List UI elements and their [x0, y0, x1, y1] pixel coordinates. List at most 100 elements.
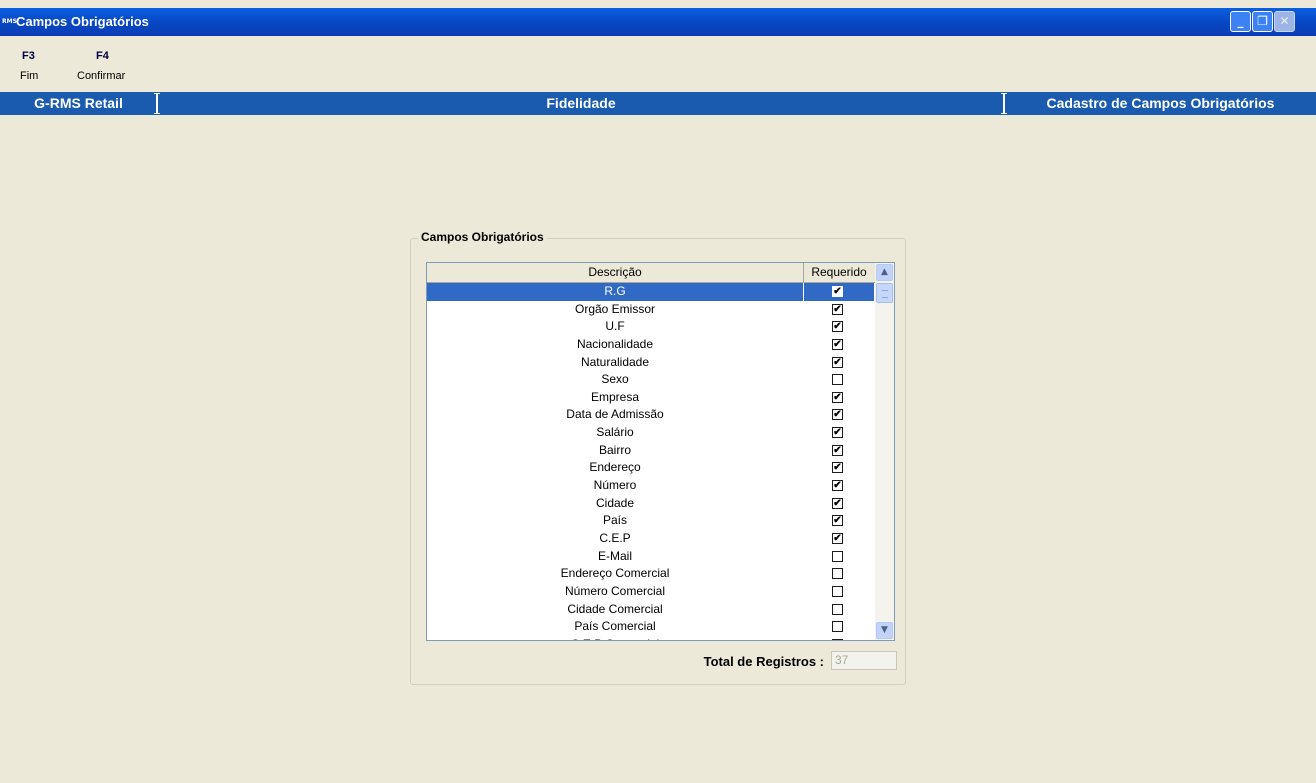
restore-button[interactable]: ❐ [1252, 11, 1273, 32]
scroll-down-button[interactable]: ▼ [876, 622, 893, 639]
table-row[interactable]: Número ✔ [427, 477, 875, 495]
table-row[interactable]: Empresa ✔ [427, 389, 875, 407]
table-row[interactable]: Cidade Comercial [427, 601, 875, 619]
requerido-checkbox[interactable] [832, 621, 843, 633]
descricao-cell: Número [593, 478, 637, 493]
check-icon: ✔ [833, 427, 842, 439]
requerido-checkbox[interactable]: ✔ [832, 338, 843, 350]
descricao-cell: U.F [605, 319, 625, 334]
check-icon: ✔ [833, 286, 842, 297]
requerido-checkbox[interactable] [832, 550, 843, 562]
header-app-name: G-RMS Retail [34, 95, 123, 111]
table-row[interactable]: País Comercial [427, 618, 875, 636]
header-module: Fidelidade [546, 95, 616, 111]
requerido-checkbox[interactable]: ✔ [832, 286, 843, 297]
descricao-cell: Naturalidade [580, 354, 650, 369]
descricao-cell: R.G [427, 283, 803, 301]
table-row[interactable]: E-Mail [427, 548, 875, 566]
requerido-checkbox[interactable]: ✔ [832, 532, 843, 544]
descricao-cell: Cidade [595, 495, 635, 510]
table-row[interactable]: C.E.P Comercial [427, 636, 875, 640]
minimize-button[interactable]: _ [1230, 11, 1251, 32]
descricao-cell: C.E.P [599, 530, 631, 545]
title-bar[interactable]: RMS Campos Obrigatórios _ ❐ ✕ [0, 8, 1316, 36]
descricao-cell: Nacionalidade [576, 336, 654, 351]
group-title: Campos Obrigatórios [418, 230, 547, 244]
table-row[interactable]: Bairro ✔ [427, 442, 875, 460]
check-icon: ✔ [833, 462, 842, 474]
descricao-cell: Empresa [590, 389, 640, 404]
check-icon: ✔ [833, 497, 842, 509]
restore-icon: ❐ [1257, 14, 1268, 28]
minimize-icon: _ [1237, 14, 1244, 28]
column-header-descricao[interactable]: Descrição [427, 263, 804, 282]
column-header-requerido[interactable]: Requerido [804, 263, 874, 282]
table-row[interactable]: Endereço Comercial [427, 565, 875, 583]
descricao-cell: País Comercial [574, 619, 656, 634]
fkey-label: Confirmar [77, 70, 126, 82]
table-row[interactable]: Naturalidade ✔ [427, 354, 875, 372]
requerido-checkbox[interactable]: ✔ [832, 409, 843, 421]
requerido-checkbox[interactable] [832, 568, 843, 580]
check-icon: ✔ [833, 480, 842, 492]
total-registros-label: Total de Registros : [703, 654, 824, 669]
table-row[interactable]: Salário ✔ [427, 424, 875, 442]
requerido-checkbox[interactable]: ✔ [832, 462, 843, 474]
requerido-checkbox[interactable]: ✔ [832, 321, 843, 333]
app-icon: RMS [2, 18, 17, 25]
requerido-checkbox[interactable] [832, 585, 843, 597]
fkey-code: F3 [22, 50, 35, 62]
vertical-scrollbar[interactable]: ▲ ▼ [875, 263, 894, 640]
table-row[interactable]: Endereço ✔ [427, 459, 875, 477]
requerido-checkbox[interactable]: ✔ [832, 391, 843, 403]
table-row[interactable]: Número Comercial [427, 583, 875, 601]
check-icon: ✔ [833, 532, 842, 544]
table-row[interactable]: Cidade ✔ [427, 495, 875, 513]
header-screen-name: Cadastro de Campos Obrigatórios [1046, 95, 1275, 111]
table-row[interactable]: U.F ✔ [427, 318, 875, 336]
campos-grid[interactable]: Descrição Requerido R.G ✔ Orgão Emissor ✔ U.… [426, 262, 895, 641]
module-header: G-RMS Retail Fidelidade Cadastro de Camp… [0, 92, 1316, 115]
scroll-thumb[interactable] [876, 283, 893, 303]
requerido-checkbox[interactable]: ✔ [832, 444, 843, 456]
total-registros-field: 37 [831, 651, 897, 670]
descricao-cell: C.E.P Comercial [427, 636, 803, 640]
table-row[interactable]: Sexo [427, 371, 875, 389]
requerido-checkbox[interactable]: ✔ [832, 497, 843, 509]
requerido-checkbox[interactable] [832, 638, 843, 640]
requerido-checkbox[interactable]: ✔ [832, 515, 843, 527]
grid-header: Descrição Requerido [427, 263, 875, 283]
scroll-up-button[interactable]: ▲ [876, 264, 893, 281]
descricao-cell: Cidade Comercial [567, 601, 663, 616]
close-icon: ✕ [1279, 14, 1290, 28]
check-icon: ✔ [833, 444, 842, 456]
descricao-cell: Salário [596, 425, 634, 440]
descricao-cell: Número Comercial [564, 583, 666, 598]
fkey-label: Fim [20, 70, 39, 82]
table-row[interactable]: C.E.P ✔ [427, 530, 875, 548]
check-icon: ✔ [833, 409, 842, 421]
descricao-cell: Bairro [598, 442, 631, 457]
table-row[interactable]: Orgão Emissor ✔ [427, 301, 875, 319]
table-row[interactable]: Data de Admissão ✔ [427, 406, 875, 424]
requerido-checkbox[interactable]: ✔ [832, 303, 843, 315]
requerido-checkbox[interactable]: ✔ [832, 480, 843, 492]
descricao-cell: País [602, 513, 627, 528]
requerido-checkbox[interactable]: ✔ [832, 356, 843, 368]
descricao-cell: Orgão Emissor [574, 301, 656, 316]
close-button[interactable]: ✕ [1274, 11, 1295, 32]
descricao-cell: Data de Admissão [566, 407, 664, 422]
check-icon: ✔ [833, 338, 842, 350]
requerido-checkbox[interactable] [832, 374, 843, 386]
table-row[interactable]: Nacionalidade ✔ [427, 336, 875, 354]
descricao-cell: Endereço Comercial [560, 566, 670, 581]
check-icon: ✔ [833, 321, 842, 333]
requerido-checkbox[interactable]: ✔ [832, 427, 843, 439]
table-row[interactable]: País ✔ [427, 512, 875, 530]
check-icon: ✔ [833, 356, 842, 368]
requerido-checkbox[interactable] [832, 603, 843, 615]
descricao-cell: Endereço [589, 460, 641, 475]
check-icon: ✔ [833, 303, 842, 315]
table-row[interactable]: R.G ✔ [427, 283, 875, 301]
descricao-cell: E-Mail [597, 548, 632, 563]
